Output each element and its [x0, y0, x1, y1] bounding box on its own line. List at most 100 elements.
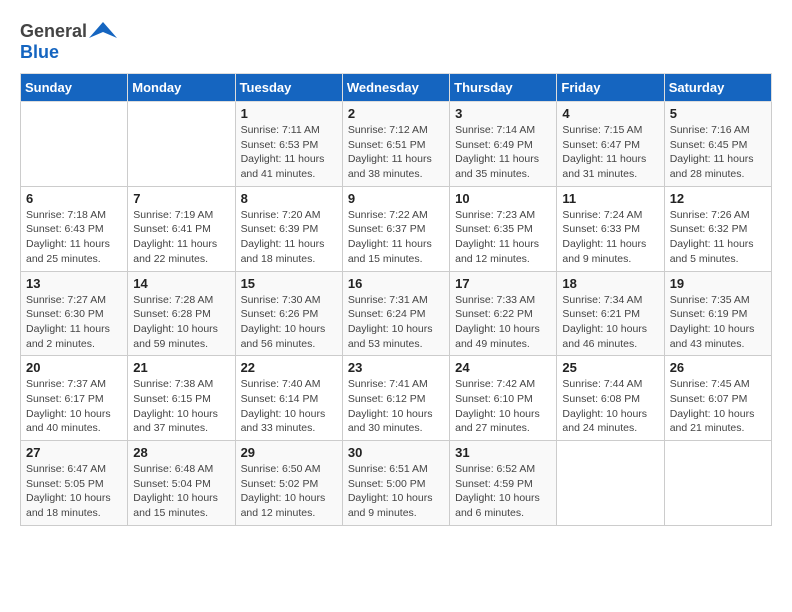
day-info: Sunrise: 7:18 AM Sunset: 6:43 PM Dayligh…: [26, 208, 122, 267]
day-info: Sunrise: 6:50 AM Sunset: 5:02 PM Dayligh…: [241, 462, 337, 521]
day-number: 25: [562, 360, 658, 375]
day-number: 22: [241, 360, 337, 375]
day-info: Sunrise: 7:24 AM Sunset: 6:33 PM Dayligh…: [562, 208, 658, 267]
calendar-day-cell: 2 Sunrise: 7:12 AM Sunset: 6:51 PM Daylig…: [342, 102, 449, 187]
day-info: Sunrise: 7:26 AM Sunset: 6:32 PM Dayligh…: [670, 208, 766, 267]
day-number: 15: [241, 276, 337, 291]
calendar-day-cell: [557, 441, 664, 526]
day-of-week-header: Saturday: [664, 74, 771, 102]
day-info: Sunrise: 6:51 AM Sunset: 5:00 PM Dayligh…: [348, 462, 444, 521]
day-number: 10: [455, 191, 551, 206]
day-number: 9: [348, 191, 444, 206]
calendar-day-cell: 28 Sunrise: 6:48 AM Sunset: 5:04 PM Dayli…: [128, 441, 235, 526]
calendar-day-cell: 25 Sunrise: 7:44 AM Sunset: 6:08 PM Dayli…: [557, 356, 664, 441]
day-info: Sunrise: 7:42 AM Sunset: 6:10 PM Dayligh…: [455, 377, 551, 436]
day-number: 7: [133, 191, 229, 206]
day-number: 29: [241, 445, 337, 460]
day-info: Sunrise: 7:12 AM Sunset: 6:51 PM Dayligh…: [348, 123, 444, 182]
day-info: Sunrise: 7:20 AM Sunset: 6:39 PM Dayligh…: [241, 208, 337, 267]
calendar-day-cell: 5Sunrise: 7:16 AM Sunset: 6:45 PM Daylig…: [664, 102, 771, 187]
calendar-day-cell: 21 Sunrise: 7:38 AM Sunset: 6:15 PM Dayli…: [128, 356, 235, 441]
day-info: Sunrise: 7:45 AM Sunset: 6:07 PM Dayligh…: [670, 377, 766, 436]
logo-blue-text: Blue: [20, 42, 59, 62]
day-number: 11: [562, 191, 658, 206]
day-number: 1: [241, 106, 337, 121]
calendar-day-cell: 8Sunrise: 7:20 AM Sunset: 6:39 PM Daylig…: [235, 186, 342, 271]
day-number: 12: [670, 191, 766, 206]
day-number: 2: [348, 106, 444, 121]
day-info: Sunrise: 7:33 AM Sunset: 6:22 PM Dayligh…: [455, 293, 551, 352]
day-info: Sunrise: 7:28 AM Sunset: 6:28 PM Dayligh…: [133, 293, 229, 352]
day-number: 13: [26, 276, 122, 291]
calendar-day-cell: [128, 102, 235, 187]
day-number: 14: [133, 276, 229, 291]
day-number: 24: [455, 360, 551, 375]
calendar-day-cell: 24 Sunrise: 7:42 AM Sunset: 6:10 PM Dayli…: [450, 356, 557, 441]
day-of-week-header: Thursday: [450, 74, 557, 102]
calendar-day-cell: 13 Sunrise: 7:27 AM Sunset: 6:30 PM Dayli…: [21, 271, 128, 356]
calendar-day-cell: 14 Sunrise: 7:28 AM Sunset: 6:28 PM Dayli…: [128, 271, 235, 356]
calendar-day-cell: 29 Sunrise: 6:50 AM Sunset: 5:02 PM Dayli…: [235, 441, 342, 526]
day-info: Sunrise: 7:38 AM Sunset: 6:15 PM Dayligh…: [133, 377, 229, 436]
day-info: Sunrise: 7:22 AM Sunset: 6:37 PM Dayligh…: [348, 208, 444, 267]
calendar-day-cell: 11 Sunrise: 7:24 AM Sunset: 6:33 PM Dayli…: [557, 186, 664, 271]
calendar-day-cell: 20Sunrise: 7:37 AM Sunset: 6:17 PM Dayli…: [21, 356, 128, 441]
day-info: Sunrise: 7:44 AM Sunset: 6:08 PM Dayligh…: [562, 377, 658, 436]
day-of-week-header: Friday: [557, 74, 664, 102]
day-info: Sunrise: 7:11 AM Sunset: 6:53 PM Dayligh…: [241, 123, 337, 182]
day-info: Sunrise: 7:34 AM Sunset: 6:21 PM Dayligh…: [562, 293, 658, 352]
day-number: 4: [562, 106, 658, 121]
day-number: 18: [562, 276, 658, 291]
day-number: 28: [133, 445, 229, 460]
calendar-week-row: 20Sunrise: 7:37 AM Sunset: 6:17 PM Dayli…: [21, 356, 772, 441]
calendar-week-row: 27Sunrise: 6:47 AM Sunset: 5:05 PM Dayli…: [21, 441, 772, 526]
calendar-day-cell: 18 Sunrise: 7:34 AM Sunset: 6:21 PM Dayli…: [557, 271, 664, 356]
calendar-week-row: 6 Sunrise: 7:18 AM Sunset: 6:43 PM Daylig…: [21, 186, 772, 271]
day-info: Sunrise: 7:31 AM Sunset: 6:24 PM Dayligh…: [348, 293, 444, 352]
day-number: 26: [670, 360, 766, 375]
calendar-header-row: SundayMondayTuesdayWednesdayThursdayFrid…: [21, 74, 772, 102]
logo: General Blue: [20, 20, 117, 63]
day-of-week-header: Wednesday: [342, 74, 449, 102]
calendar-day-cell: 12 Sunrise: 7:26 AM Sunset: 6:32 PM Dayli…: [664, 186, 771, 271]
calendar-day-cell: 23 Sunrise: 7:41 AM Sunset: 6:12 PM Dayli…: [342, 356, 449, 441]
day-number: 6: [26, 191, 122, 206]
calendar-day-cell: 26 Sunrise: 7:45 AM Sunset: 6:07 PM Dayli…: [664, 356, 771, 441]
day-number: 19: [670, 276, 766, 291]
calendar-day-cell: 15 Sunrise: 7:30 AM Sunset: 6:26 PM Dayli…: [235, 271, 342, 356]
day-number: 21: [133, 360, 229, 375]
day-info: Sunrise: 7:35 AM Sunset: 6:19 PM Dayligh…: [670, 293, 766, 352]
logo-bird-icon: [89, 20, 117, 42]
calendar-day-cell: 10Sunrise: 7:23 AM Sunset: 6:35 PM Dayli…: [450, 186, 557, 271]
day-info: Sunrise: 7:30 AM Sunset: 6:26 PM Dayligh…: [241, 293, 337, 352]
day-number: 27: [26, 445, 122, 460]
calendar-day-cell: 31Sunrise: 6:52 AM Sunset: 4:59 PM Dayli…: [450, 441, 557, 526]
day-number: 30: [348, 445, 444, 460]
calendar-day-cell: 9 Sunrise: 7:22 AM Sunset: 6:37 PM Daylig…: [342, 186, 449, 271]
calendar-day-cell: 22 Sunrise: 7:40 AM Sunset: 6:14 PM Dayli…: [235, 356, 342, 441]
day-number: 3: [455, 106, 551, 121]
day-info: Sunrise: 6:48 AM Sunset: 5:04 PM Dayligh…: [133, 462, 229, 521]
calendar-day-cell: [21, 102, 128, 187]
day-of-week-header: Monday: [128, 74, 235, 102]
day-of-week-header: Sunday: [21, 74, 128, 102]
day-number: 20: [26, 360, 122, 375]
calendar-day-cell: 1 Sunrise: 7:11 AM Sunset: 6:53 PM Daylig…: [235, 102, 342, 187]
calendar-week-row: 1 Sunrise: 7:11 AM Sunset: 6:53 PM Daylig…: [21, 102, 772, 187]
calendar-day-cell: 6 Sunrise: 7:18 AM Sunset: 6:43 PM Daylig…: [21, 186, 128, 271]
calendar-day-cell: 27Sunrise: 6:47 AM Sunset: 5:05 PM Dayli…: [21, 441, 128, 526]
calendar-day-cell: 17Sunrise: 7:33 AM Sunset: 6:22 PM Dayli…: [450, 271, 557, 356]
day-info: Sunrise: 7:40 AM Sunset: 6:14 PM Dayligh…: [241, 377, 337, 436]
logo-general-text: General: [20, 21, 87, 42]
day-info: Sunrise: 7:41 AM Sunset: 6:12 PM Dayligh…: [348, 377, 444, 436]
day-info: Sunrise: 7:15 AM Sunset: 6:47 PM Dayligh…: [562, 123, 658, 182]
day-number: 23: [348, 360, 444, 375]
calendar-day-cell: 3Sunrise: 7:14 AM Sunset: 6:49 PM Daylig…: [450, 102, 557, 187]
day-info: Sunrise: 6:52 AM Sunset: 4:59 PM Dayligh…: [455, 462, 551, 521]
day-info: Sunrise: 7:27 AM Sunset: 6:30 PM Dayligh…: [26, 293, 122, 352]
calendar-week-row: 13 Sunrise: 7:27 AM Sunset: 6:30 PM Dayli…: [21, 271, 772, 356]
day-info: Sunrise: 7:16 AM Sunset: 6:45 PM Dayligh…: [670, 123, 766, 182]
calendar-table: SundayMondayTuesdayWednesdayThursdayFrid…: [20, 73, 772, 526]
calendar-day-cell: 16Sunrise: 7:31 AM Sunset: 6:24 PM Dayli…: [342, 271, 449, 356]
calendar-day-cell: 30 Sunrise: 6:51 AM Sunset: 5:00 PM Dayli…: [342, 441, 449, 526]
